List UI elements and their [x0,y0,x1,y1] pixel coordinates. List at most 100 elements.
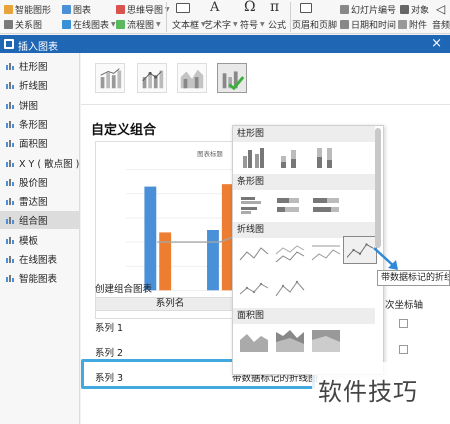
percent-line-option[interactable] [309,240,343,268]
template-icon [5,235,15,245]
formula-icon: π [270,0,280,15]
combo-subtype-custom[interactable] [217,63,247,93]
sidebar-item-label: 折线图 [19,81,48,93]
section-title: 自定义组合 [91,123,157,138]
wordart-icon: A [210,0,220,15]
chevron-down-icon: ▼ [260,20,265,28]
sidebar-item-label: 智能图表 [19,274,58,286]
popup-scrollbar[interactable] [375,128,381,248]
sidebar-item-label: X Y ( 散点图 ) [19,158,80,170]
percent-bar-option[interactable] [309,192,343,220]
percent-column-option[interactable] [309,144,343,172]
chart-button[interactable]: 图表 [62,2,91,16]
online-chart-icon [5,254,15,264]
sidebar-item-area-chart[interactable]: 面积图 [0,134,80,152]
datetime-button[interactable]: 日期和时间 [340,17,396,31]
formula-button[interactable]: 公式 [268,17,286,31]
relation-icon [4,19,13,29]
area-option[interactable] [237,326,271,354]
slide-number-button[interactable]: 幻灯片编号 [340,2,396,16]
sidebar-item-bar-chart[interactable]: 条形图 [0,115,80,133]
stacked-line-option[interactable] [273,240,307,268]
chart-type-sidebar: 柱形图折线图饼图条形图面积图 X Y ( 散点图 ) 股价图雷达图组合图模板在线图表… [0,53,80,424]
series-row-1[interactable]: 系列 1 [95,320,123,334]
bar-series-2 [159,232,172,291]
sidebar-item-scatter-chart[interactable]: X Y ( 散点图 ) [0,154,80,172]
clustered-column-option[interactable] [237,144,271,172]
secondary-axis-checkbox-2[interactable] [399,345,408,354]
object-button[interactable]: 对象 [400,2,429,16]
header-footer-button[interactable]: 页眉和页脚 [292,17,337,31]
slide-number-icon [340,4,349,14]
sidebar-item-template[interactable]: 模板 [0,231,80,249]
line-chart-icon [5,80,15,90]
stacked-area-option[interactable] [273,326,307,354]
chevron-down-icon: ▼ [111,20,116,28]
sidebar-item-label: 面积图 [19,139,48,151]
stacked-bar-option[interactable] [273,192,307,220]
chevron-down-icon: ▼ [156,20,161,28]
combo-subtype-2[interactable] [137,63,167,93]
smart-chart-icon [5,273,15,283]
line-option[interactable] [237,240,271,268]
series-row-2[interactable]: 系列 2 [95,345,123,359]
combo-subtype-1[interactable] [95,63,125,93]
popup-section-bar: 条形图 [233,174,375,190]
mindmap-icon [116,4,125,14]
combo-create-label: 创建组合图表 [95,284,153,295]
mindmap-button[interactable]: 思维导图 ▼ [116,2,170,16]
sidebar-item-radar-chart[interactable]: 雷达图 [0,192,80,210]
dialog-title: 插入图表 [18,42,58,53]
smartart-button[interactable]: 智能图形 [4,2,51,16]
stock-chart-icon [5,177,15,187]
bar-series-1 [144,186,157,291]
header-footer-icon-wrap [300,2,312,14]
sidebar-item-label: 柱形图 [19,62,48,73]
sidebar-item-column-chart[interactable]: 柱形图 [0,57,80,75]
relation-button[interactable]: 关系图 [4,17,42,31]
pointer-arrow-icon [373,247,398,270]
sidebar-item-label: 雷达图 [19,197,48,209]
sidebar-item-line-chart[interactable]: 折线图 [0,76,80,94]
datetime-icon [340,19,349,29]
chart-type-tooltip: 带数据标记的折线图 [377,270,450,286]
radar-chart-icon [5,196,15,206]
sidebar-item-pie-chart[interactable]: 饼图 [0,96,80,114]
attachment-button[interactable]: 附件 [398,17,427,31]
chart-icon [62,4,71,14]
combo-subtype-3[interactable] [177,63,207,93]
sidebar-item-combo-chart[interactable]: 组合图 [0,211,80,230]
sidebar-item-smart-chart[interactable]: 智能图表 [0,269,80,287]
symbol-button[interactable]: 符号 ▼ [240,17,265,31]
watermark-text: 软件技巧 [318,378,418,406]
flowchart-icon [116,19,125,29]
audio-button[interactable]: 音频 [432,17,450,31]
flowchart-button[interactable]: 流程图 ▼ [116,17,161,31]
series-name-header: 系列名 [95,297,245,311]
series-row-3[interactable]: 系列 3 [95,370,123,384]
sidebar-item-online-chart[interactable]: 在线图表 [0,250,80,268]
online-chart-button[interactable]: 在线图表 ▼ [62,17,116,31]
secondary-axis-checkbox-1[interactable] [399,319,408,328]
wordart-button[interactable]: 艺术字 ▼ [204,17,238,31]
sidebar-item-label: 组合图 [19,216,48,228]
textbox-button[interactable]: 文本框 ▼ [172,17,206,31]
attachment-icon [398,19,407,29]
chart-title: 图表标题 [197,149,223,158]
scatter-chart-icon [5,158,15,168]
symbol-icon: Ω [244,0,256,15]
sidebar-item-label: 条形图 [19,119,48,131]
sidebar-item-label: 模板 [19,235,39,247]
pie-chart-icon [5,100,15,110]
percent-line-markers-option[interactable] [273,276,307,304]
close-button[interactable]: × [431,36,442,51]
percent-area-option[interactable] [309,326,343,354]
stacked-column-option[interactable] [273,144,307,172]
ribbon-toolbar: 智能图形 图表 思维导图 ▼ 关系图 在线图表 ▼ 流程图 ▼ 文本框 ▼ A … [0,0,450,34]
sidebar-item-stock-chart[interactable]: 股价图 [0,173,80,191]
audio-icon: ◁ [436,2,446,16]
bar-chart-icon [5,119,15,129]
stacked-line-markers-option[interactable] [237,276,271,304]
sidebar-item-label: 饼图 [19,100,39,112]
clustered-bar-option[interactable] [237,192,271,220]
